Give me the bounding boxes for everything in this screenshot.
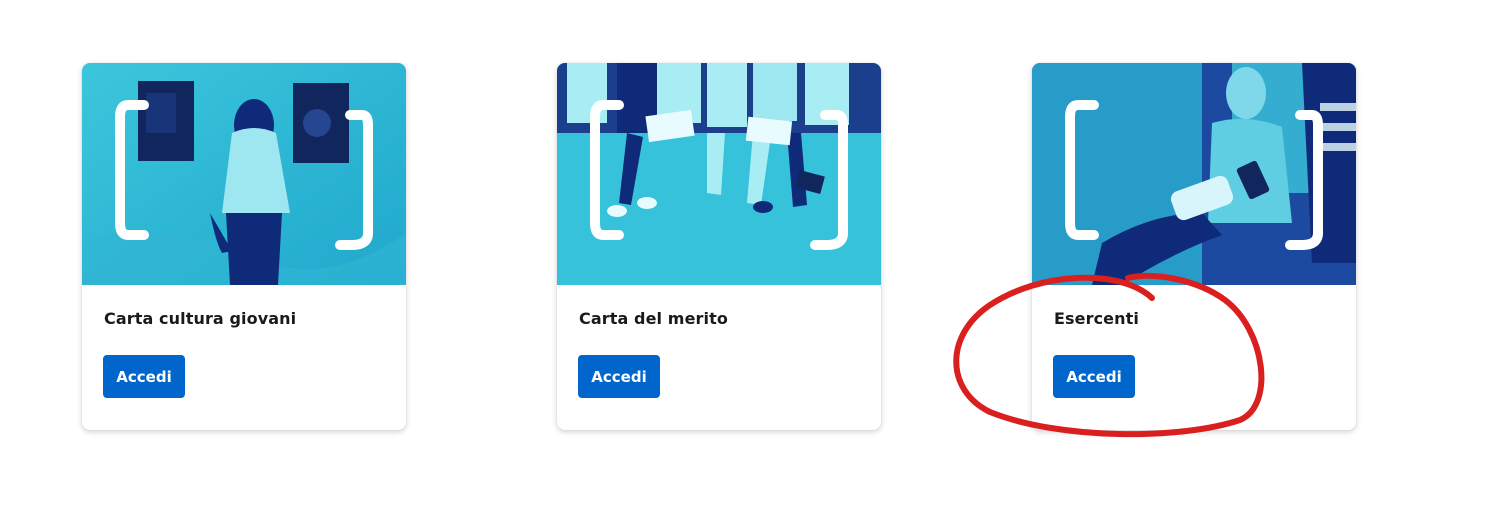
card-title: Carta del merito	[579, 309, 728, 328]
card-image-merchant	[1032, 63, 1356, 285]
card-image-students	[557, 63, 881, 285]
card-carta-del-merito: Carta del merito Accedi	[557, 63, 881, 430]
card-image-gallery	[82, 63, 406, 285]
card-title: Carta cultura giovani	[104, 309, 297, 328]
accedi-button[interactable]: Accedi	[103, 355, 185, 398]
card-carta-cultura-giovani: Carta cultura giovani Accedi	[82, 63, 406, 430]
accedi-button[interactable]: Accedi	[1053, 355, 1135, 398]
card-title: Esercenti	[1054, 309, 1139, 328]
accedi-button[interactable]: Accedi	[578, 355, 660, 398]
card-esercenti: Esercenti Accedi	[1032, 63, 1356, 430]
